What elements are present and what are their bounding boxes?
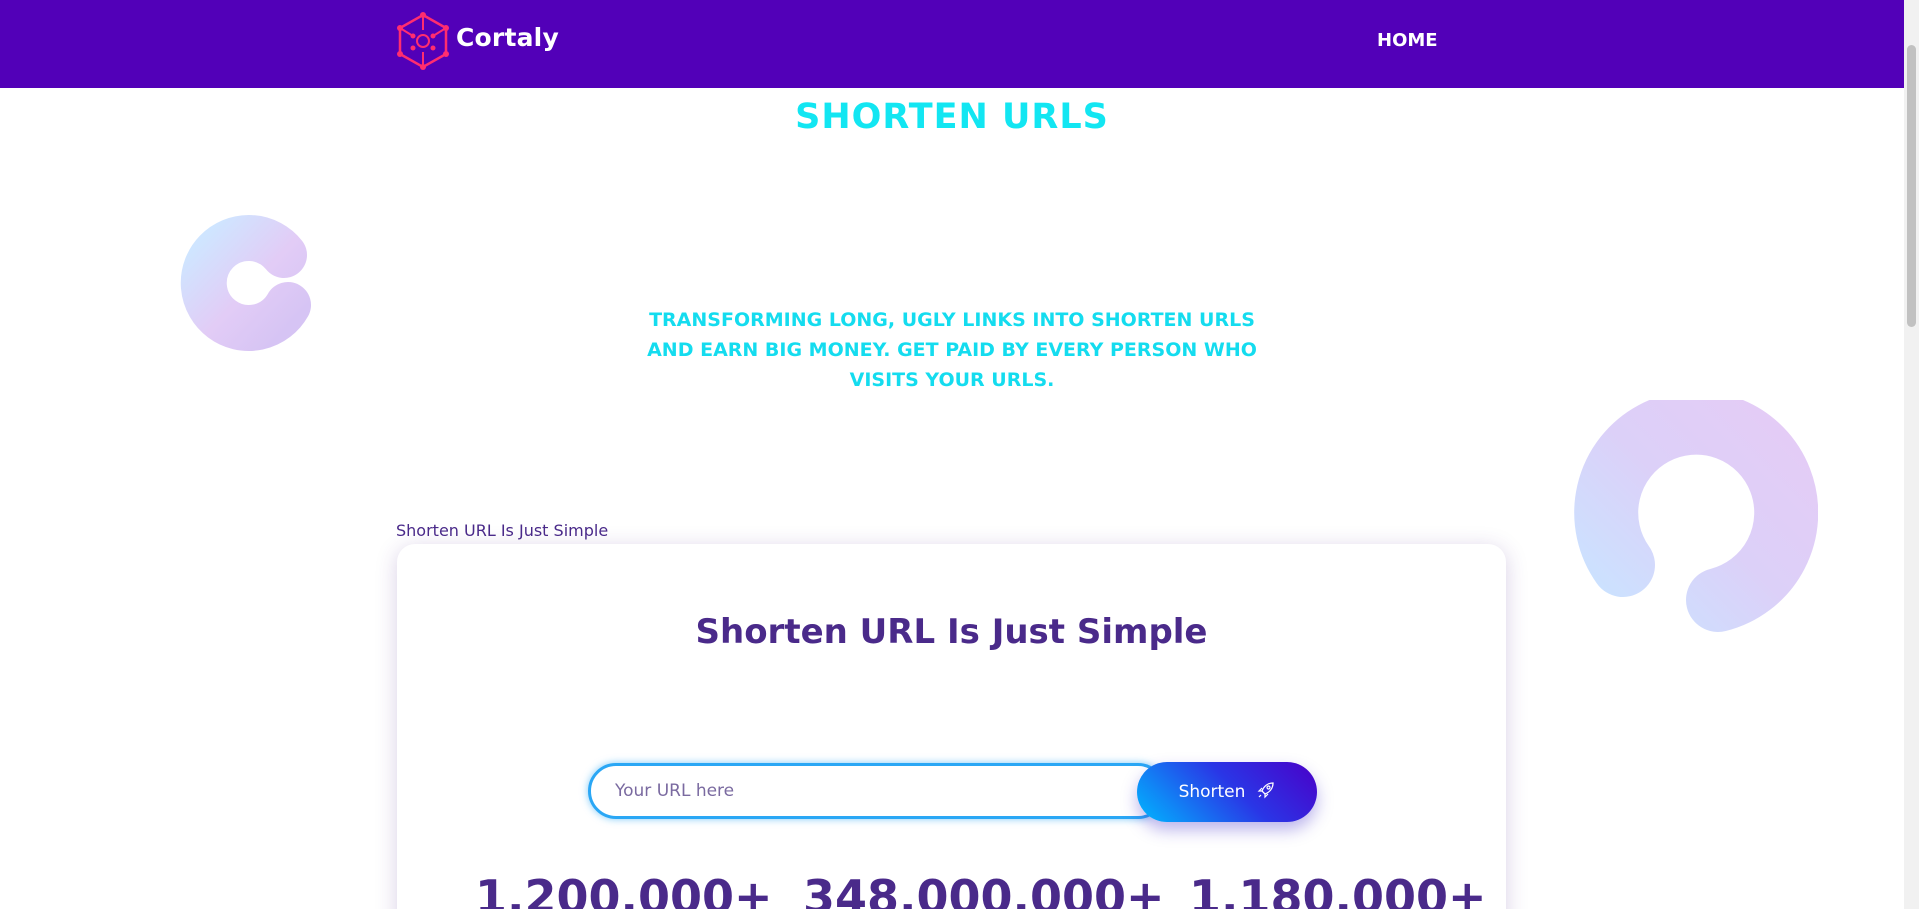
section-label: Shorten URL Is Just Simple <box>396 521 609 540</box>
page: Cortaly HOME SHORTEN URLS TRANSFORMING L… <box>0 0 1904 909</box>
shorten-card: Shorten URL Is Just Simple Shorten 1,200… <box>397 544 1506 909</box>
hero-title: SHORTEN URLS <box>795 97 1109 137</box>
rocket-icon <box>1257 781 1275 804</box>
page-scrollbar[interactable] <box>1904 0 1919 909</box>
hexagon-network-icon <box>396 12 450 70</box>
brand-logo-link[interactable]: Cortaly <box>396 12 559 70</box>
brand-name: Cortaly <box>456 22 559 52</box>
shorten-button-label: Shorten <box>1178 782 1246 802</box>
decorative-blob-left <box>164 205 334 380</box>
top-navbar: Cortaly HOME <box>0 0 1904 88</box>
stat-value: 348,000,000+ <box>803 870 1165 909</box>
decorative-blob-right <box>1568 390 1819 655</box>
stat-value: 1,200,000+ <box>475 870 773 909</box>
card-title: Shorten URL Is Just Simple <box>695 612 1208 652</box>
stat-value: 1,180,000+ <box>1189 870 1487 909</box>
url-input[interactable] <box>588 763 1166 819</box>
scrollbar-thumb[interactable] <box>1907 45 1916 327</box>
hero-description: TRANSFORMING LONG, UGLY LINKS INTO SHORT… <box>647 309 1257 391</box>
shorten-button[interactable]: Shorten <box>1137 762 1317 822</box>
nav-home-link[interactable]: HOME <box>1377 30 1438 51</box>
